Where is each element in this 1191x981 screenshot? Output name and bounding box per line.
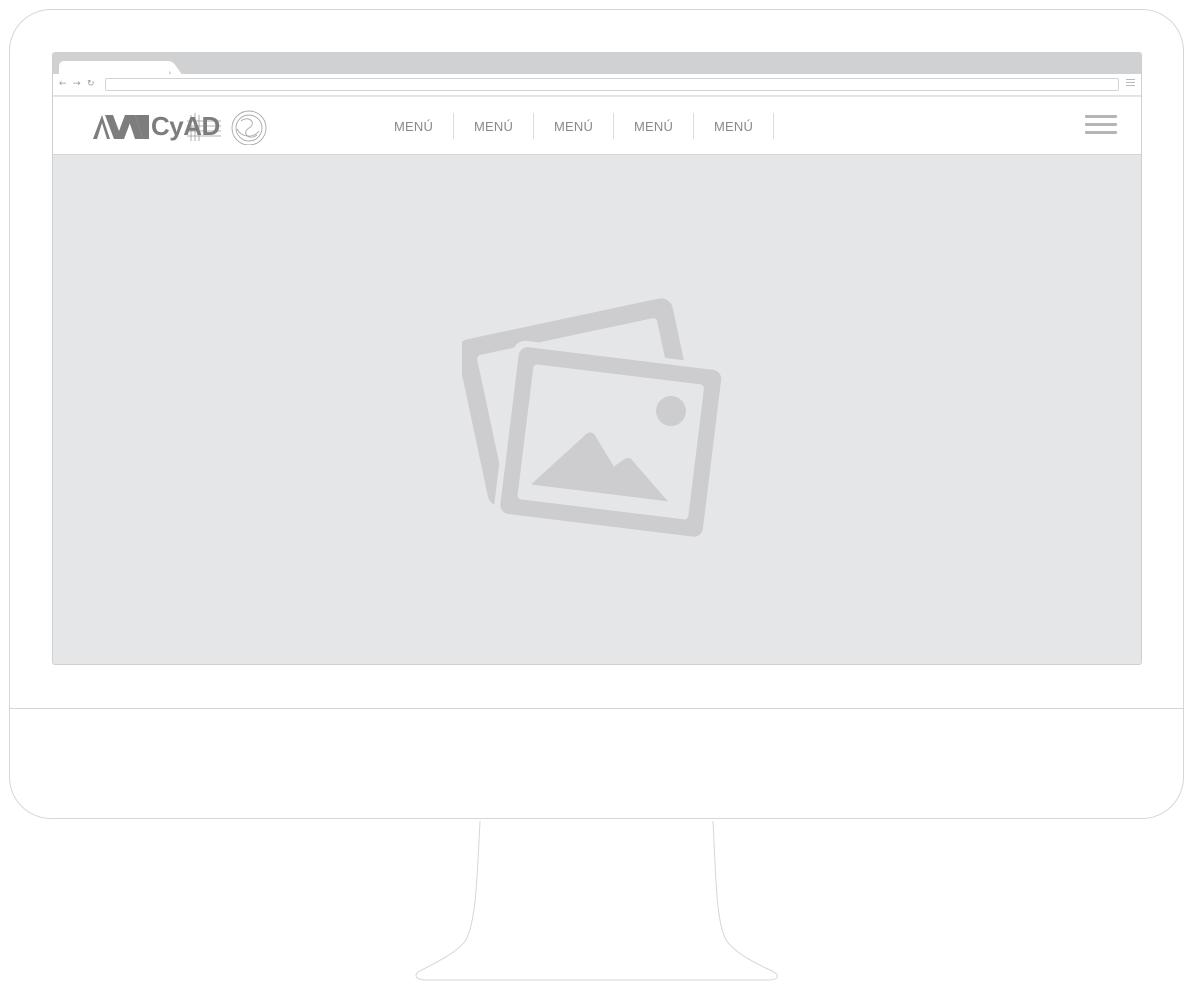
site-logo[interactable]: CyAD — [91, 109, 273, 145]
nav-menu-item-2[interactable]: MENÚ — [454, 113, 534, 139]
browser-menu-icon[interactable] — [1126, 79, 1135, 89]
nav-menu-item-3[interactable]: MENÚ — [534, 113, 614, 139]
forward-arrow-icon[interactable]: → — [73, 78, 81, 90]
browser-tab[interactable] — [59, 61, 169, 74]
hamburger-menu-icon[interactable] — [1085, 115, 1117, 139]
reload-icon[interactable]: ↻ — [87, 78, 95, 90]
browser-window: ← → ↻ CyAD MENÚ MENÚ MENÚ MENÚ MENÚ — [52, 52, 1142, 665]
site-header: CyAD MENÚ MENÚ MENÚ MENÚ MENÚ — [53, 97, 1141, 155]
back-arrow-icon[interactable]: ← — [59, 78, 67, 90]
address-bar-input[interactable] — [105, 78, 1119, 91]
browser-toolbar: ← → ↻ — [53, 74, 1141, 96]
hero-image-placeholder — [53, 155, 1141, 664]
image-placeholder-icon — [462, 298, 728, 542]
logo-text: CyAD — [151, 111, 220, 141]
monitor-chin-divider — [10, 708, 1183, 709]
nav-menu-item-1[interactable]: MENÚ — [374, 113, 454, 139]
monitor-mockup: ← → ↻ CyAD MENÚ MENÚ MENÚ MENÚ MENÚ — [0, 0, 1191, 981]
nav-menu-item-4[interactable]: MENÚ — [614, 113, 694, 139]
browser-tab-bar — [53, 53, 1141, 74]
main-navigation: MENÚ MENÚ MENÚ MENÚ MENÚ — [374, 113, 774, 139]
nav-menu-item-5[interactable]: MENÚ — [694, 113, 774, 139]
